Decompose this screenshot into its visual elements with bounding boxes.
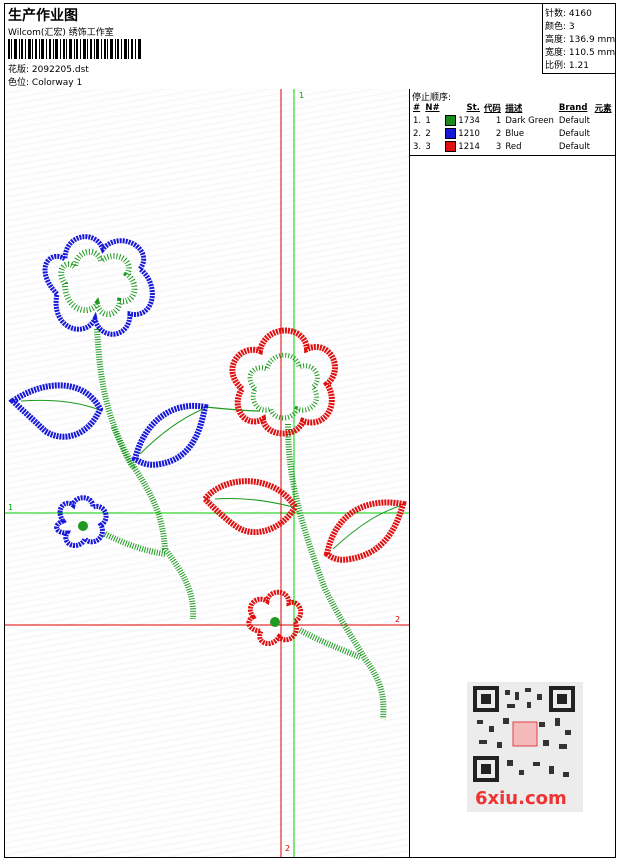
colorway-row: 色位: Colorway 1 xyxy=(8,75,82,88)
col-stitches: St. xyxy=(466,102,480,113)
design-canvas: 1 1 2 2 xyxy=(5,89,410,857)
pattern-row: 花版: 2092205.dst xyxy=(8,62,89,75)
blue-flower-top-fill xyxy=(58,249,138,318)
qr-code-graphic xyxy=(473,686,575,782)
connector-line xyxy=(204,406,261,412)
col-code: 代码 xyxy=(483,103,501,114)
table-row: 2. 2 1210 2 Blue Default xyxy=(413,128,590,139)
color-swatch xyxy=(444,115,456,126)
col-element: 元素 xyxy=(594,103,612,114)
col-description: 描述 xyxy=(505,103,523,114)
color-swatch xyxy=(444,141,456,152)
color-swatch xyxy=(444,128,456,139)
table-row: 1. 1 1734 1 Dark Green Default xyxy=(413,115,590,126)
right-branch xyxy=(298,627,362,660)
color-table: # N# St. 代码 描述 Brand 元素 1. 1 1734 1 Dark… xyxy=(411,101,614,153)
left-stem xyxy=(94,328,197,620)
colorway-value: Colorway 1 xyxy=(31,78,83,88)
qr-code: 6xiu.com xyxy=(467,682,583,812)
header: 生产作业图 Wilcom(汇宏) 绣饰工作室 花版: 2092205.dst 色… xyxy=(5,4,616,90)
axis-label-green-top: 1 xyxy=(299,91,305,100)
axis-label-red-bottom: 2 xyxy=(285,844,291,853)
red-flower-small xyxy=(246,589,304,647)
col-brand: Brand xyxy=(558,102,588,113)
table-row: 3. 3 1214 3 Red Default xyxy=(413,141,590,152)
watermark-logo: 6xiu.com xyxy=(475,788,567,809)
color-table-header: # N# St. 代码 描述 Brand 元素 xyxy=(411,101,614,114)
right-stem xyxy=(285,423,387,720)
panel-divider xyxy=(410,155,615,156)
pattern-value: 2092205.dst xyxy=(31,65,89,75)
embroidery-design xyxy=(5,89,409,857)
col-index: # xyxy=(413,102,421,113)
stat-stitches: 针数: 4160 xyxy=(545,9,592,19)
studio-subtitle: Wilcom(汇宏) 绣饰工作室 xyxy=(8,28,114,38)
stat-scale: 比例: 1.21 xyxy=(545,61,589,71)
colorway-label: 色位: xyxy=(8,78,30,88)
stats-box: 针数: 4160 颜色: 3 高度: 136.9 mm 宽度: 110.5 mm… xyxy=(542,4,616,74)
stat-width: 宽度: 110.5 mm xyxy=(545,48,616,58)
blue-leaf-right xyxy=(131,402,209,468)
page-title: 生产作业图 xyxy=(8,8,78,24)
pattern-label: 花版: xyxy=(8,65,30,75)
blue-flower-top xyxy=(42,234,155,337)
red-flower-top xyxy=(229,327,338,437)
barcode xyxy=(8,39,141,59)
stat-height: 高度: 136.9 mm xyxy=(545,35,616,45)
left-branch xyxy=(103,531,166,557)
blue-leaf-left xyxy=(8,382,104,440)
axis-label-red-right: 2 xyxy=(395,615,401,624)
col-number: N# xyxy=(425,102,440,113)
axis-label-green-left: 1 xyxy=(8,503,14,512)
red-leaf-right xyxy=(323,499,407,563)
blue-flower-small xyxy=(54,495,109,549)
stat-colors: 颜色: 3 xyxy=(545,22,575,32)
